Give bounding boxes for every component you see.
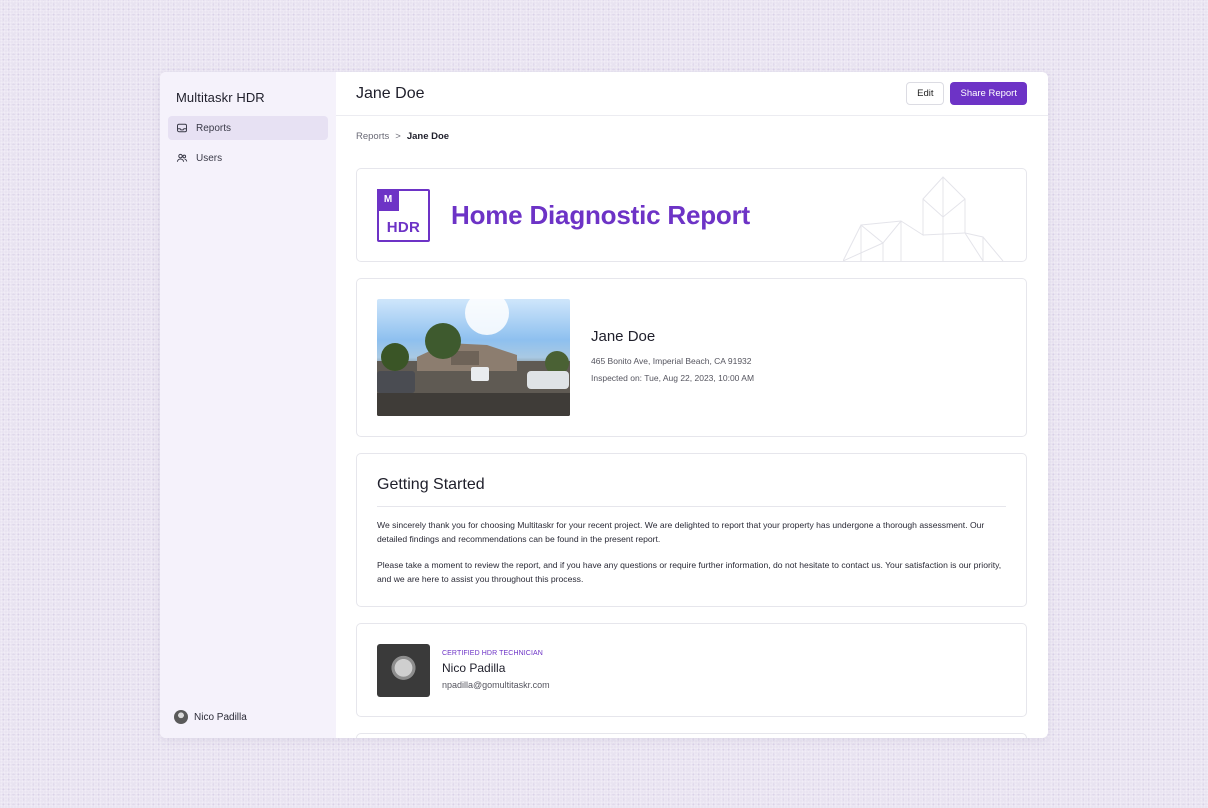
report-banner: M HDR Home Diagnostic Report [356,168,1027,262]
share-report-button[interactable]: Share Report [950,82,1027,105]
breadcrumb-parent[interactable]: Reports [356,131,389,142]
technician-info: CERTIFIED HDR TECHNICIAN Nico Padilla np… [442,650,550,690]
hdr-logo: M HDR [377,188,430,242]
users-icon [176,153,188,162]
header-actions: Edit Share Report [906,82,1027,105]
property-card: Jane Doe 465 Bonito Ave, Imperial Beach,… [356,278,1027,437]
next-section-card [356,733,1027,738]
inbox-icon [177,123,187,133]
sidebar-item-reports[interactable]: Reports [168,116,328,140]
intro-paragraph: Please take a moment to review the repor… [377,560,1002,584]
technician-name: Nico Padilla [442,661,506,675]
technician-email[interactable]: npadilla@gomultitaskr.com [442,680,550,690]
page-title: Jane Doe [356,84,425,102]
breadcrumb: Reports > Jane Doe [336,116,1048,146]
main-panel: Jane Doe Edit Share Report Reports > Jan… [336,72,1048,738]
house-outline-illustration [843,176,1004,261]
sidebar: Multitaskr HDR Reports Users Nico Padill… [160,72,336,738]
technician-role: CERTIFIED HDR TECHNICIAN [442,650,543,657]
technician-card: CERTIFIED HDR TECHNICIAN Nico Padilla np… [356,623,1027,717]
edit-button[interactable]: Edit [906,82,945,105]
current-user[interactable]: Nico Padilla [174,710,247,724]
property-address: 465 Bonito Ave, Imperial Beach, CA 91932 [591,356,752,366]
client-name: Jane Doe [591,328,656,345]
report-content: M HDR Home Diagnostic Report Jane Doe 46… [336,146,1048,738]
property-info: Jane Doe 465 Bonito Ave, Imperial Beach,… [591,328,754,387]
topbar: Jane Doe Edit Share Report [336,72,1048,116]
report-title: Home Diagnostic Report [451,199,750,230]
sidebar-item-label: Users [196,152,223,164]
current-user-name: Nico Padilla [194,711,247,723]
breadcrumb-current: Jane Doe [406,131,450,142]
avatar [174,710,188,724]
getting-started-card: Getting Started We sincerely thank you f… [356,453,1027,607]
technician-photo [377,643,430,697]
breadcrumb-separator: > [395,131,401,142]
app-title: Multitaskr HDR [176,90,265,105]
sidebar-item-label: Reports [196,122,232,134]
property-photo [377,299,570,416]
logo-mark: M [377,188,399,211]
app-window: Multitaskr HDR Reports Users Nico Padill… [160,72,1048,738]
section-title: Getting Started [377,476,1006,507]
logo-text: HDR [386,218,421,236]
sidebar-item-users[interactable]: Users [168,146,328,170]
inspection-date: Inspected on: Tue, Aug 22, 2023, 10:00 A… [591,373,755,383]
intro-paragraph: We sincerely thank you for choosing Mult… [377,520,985,544]
